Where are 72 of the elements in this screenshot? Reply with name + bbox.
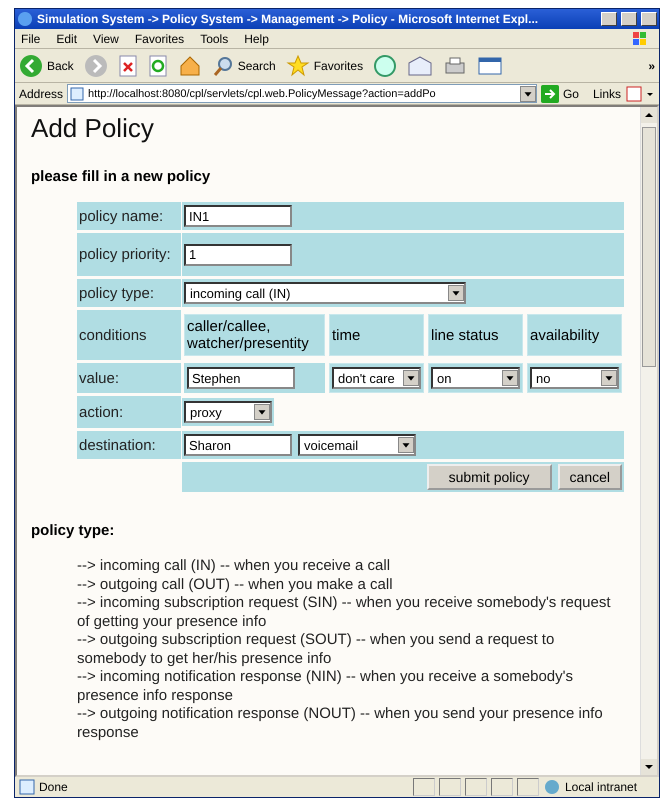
policy-type-select[interactable]: incoming call (IN) <box>184 282 466 304</box>
cancel-button[interactable]: cancel <box>558 464 622 490</box>
form-subheading: please fill in a new policy <box>31 168 212 185</box>
stop-icon[interactable] <box>118 54 138 76</box>
column-header: availability <box>527 314 622 356</box>
time-select[interactable]: don't care <box>332 367 421 389</box>
minimize-button[interactable] <box>601 12 617 26</box>
form-label: conditions <box>77 310 181 360</box>
more-button[interactable]: » <box>648 58 655 72</box>
availability-select[interactable]: no <box>530 367 619 389</box>
address-label: Address <box>19 86 64 100</box>
network-icon <box>543 779 561 795</box>
back-button[interactable]: Back <box>19 54 74 78</box>
menu-item[interactable]: Edit <box>54 30 80 48</box>
scrollbar[interactable] <box>640 107 657 775</box>
description-text: --> incoming subscription request (SIN) -- when you receive somebody's request of getting your presence info <box>77 594 612 631</box>
close-button[interactable] <box>641 12 657 26</box>
address-field[interactable]: http://localhost:8080/cpl/servlets/cpl.web.PolicyMessage?action=addPo <box>67 84 537 103</box>
column-header: time <box>329 314 424 356</box>
form-label: action: <box>77 396 181 428</box>
page-heading: Add Policy <box>31 113 155 144</box>
scroll-down-icon[interactable] <box>641 759 657 775</box>
maximize-button[interactable] <box>621 12 637 26</box>
search-icon <box>212 54 234 76</box>
destination-select[interactable]: voicemail <box>298 434 416 456</box>
page-icon <box>70 86 84 100</box>
caret-icon <box>398 437 414 453</box>
window-title: Simulation System -> Policy System -> Management -> Policy - Microsoft Internet Expl... <box>37 12 540 26</box>
menu-item[interactable]: Help <box>242 30 271 48</box>
star-icon <box>286 54 310 78</box>
caret-icon <box>448 285 464 301</box>
home-icon[interactable] <box>178 54 202 78</box>
caret-icon <box>520 86 536 102</box>
column-header: line status <box>428 314 523 356</box>
column-header: caller/callee, watcher/presentity <box>184 314 325 356</box>
section-heading: policy type: <box>31 522 116 539</box>
submit-button[interactable]: submit policy <box>426 464 552 490</box>
line-status-select[interactable]: on <box>431 367 520 389</box>
description-text: --> outgoing notification response (NOUT) -- when you send your presence info response <box>77 705 604 742</box>
form-label: policy name: <box>77 202 181 230</box>
links-button[interactable]: Links <box>592 86 621 100</box>
menu-item[interactable]: File <box>19 30 42 48</box>
description-text: --> outgoing subscription request (SOUT) -- when you send a request to somebody to get her/his presence info <box>77 631 556 668</box>
page-icon <box>19 779 35 795</box>
caret-icon <box>403 370 419 386</box>
search-button[interactable]: Search <box>212 54 276 76</box>
favorites-button[interactable]: Favorites <box>286 54 364 78</box>
description-text: --> outgoing call (OUT) -- when you make a call <box>77 576 394 594</box>
caret-icon <box>601 370 617 386</box>
action-select[interactable]: proxy <box>184 401 272 423</box>
description-text: --> incoming notification response (NIN) -- when you receive a somebody's presence info response <box>77 668 574 705</box>
form-label: value: <box>77 363 181 393</box>
menu-item[interactable]: Tools <box>198 30 230 48</box>
scroll-up-icon[interactable] <box>641 107 657 123</box>
caret-icon <box>254 404 270 420</box>
form-label: policy priority: <box>77 233 181 276</box>
form-label: policy type: <box>77 279 181 307</box>
zone-text: Local intranet <box>565 780 638 794</box>
description-text: --> incoming call (IN) -- when you receive a call <box>77 557 392 576</box>
input-field[interactable]: Stephen <box>187 367 295 389</box>
url-text: http://localhost:8080/cpl/servlets/cpl.web.PolicyMessage?action=addPo <box>88 88 437 100</box>
menu-item[interactable]: Favorites <box>132 30 186 48</box>
form-label: destination: <box>77 431 181 459</box>
caret-icon <box>502 370 518 386</box>
input-field[interactable]: Sharon <box>184 434 292 456</box>
input-field[interactable]: IN1 <box>184 205 292 227</box>
menu-item[interactable]: View <box>91 30 121 48</box>
scroll-thumb[interactable] <box>642 127 656 367</box>
status-text: Done <box>39 780 69 794</box>
input-field[interactable]: 1 <box>184 244 292 266</box>
print-icon[interactable] <box>443 54 468 76</box>
go-button[interactable]: Go <box>540 84 579 102</box>
